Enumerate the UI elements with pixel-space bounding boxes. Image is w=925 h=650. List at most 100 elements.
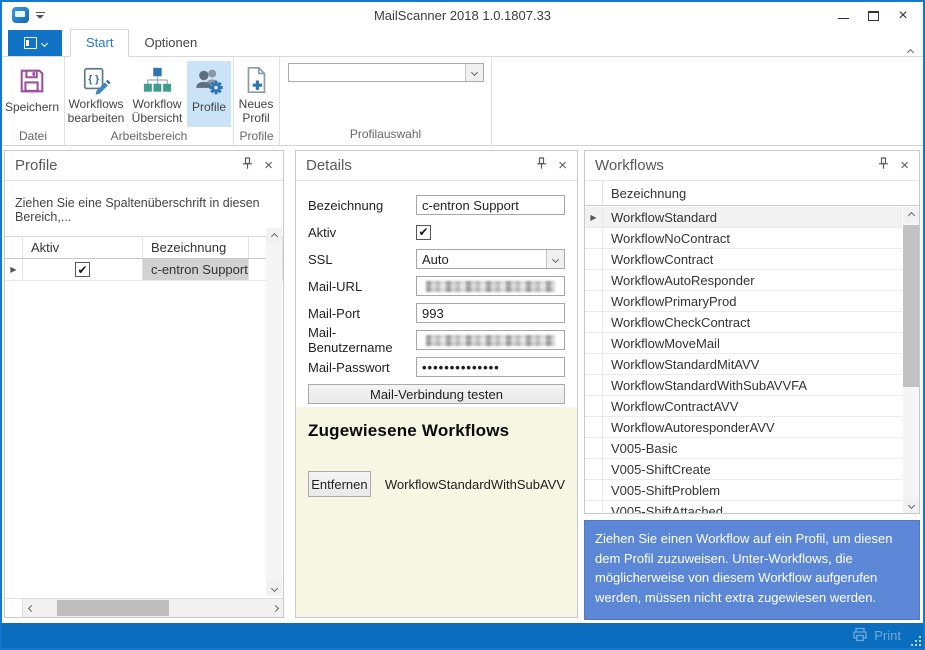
workflows-panel: Workflows × Bezeichnung ▶ WorkflowStanda…: [584, 150, 920, 514]
column-header-aktiv[interactable]: Aktiv: [23, 237, 143, 258]
workflow-row[interactable]: V005-ShiftProblem: [585, 480, 902, 501]
workflow-row[interactable]: WorkflowPrimaryProd: [585, 291, 902, 312]
row-indicator: [585, 249, 603, 269]
profile-panel-title: Profile: [15, 157, 58, 174]
profile-panel-header: Profile ×: [5, 151, 283, 181]
profilauswahl-dropdown[interactable]: [288, 63, 484, 82]
workflow-row[interactable]: WorkflowAutoresponderAVV: [585, 417, 902, 438]
redacted-value: [426, 281, 555, 292]
workflow-row[interactable]: WorkflowCheckContract: [585, 312, 902, 333]
pin-icon[interactable]: [536, 157, 547, 175]
dropdown-button[interactable]: [546, 250, 564, 268]
neues-profil-button[interactable]: Neues Profil: [234, 61, 278, 127]
profile-row[interactable]: ▶ ✔ c-entron Support: [5, 259, 283, 281]
bezeichnung-input[interactable]: c-entron Support: [416, 195, 565, 215]
scrollbar-thumb[interactable]: [903, 225, 919, 387]
workflow-uebersicht-button[interactable]: Workflow Übersicht: [127, 61, 187, 127]
aktiv-cell[interactable]: ✔: [23, 259, 143, 280]
tab-optionen[interactable]: Optionen: [129, 30, 212, 56]
chevron-down-icon: [40, 39, 47, 46]
mail-verbindung-testen-button[interactable]: Mail-Verbindung testen: [308, 384, 565, 404]
workflow-row[interactable]: V005-Basic: [585, 438, 902, 459]
ssl-dropdown[interactable]: Auto: [416, 249, 565, 269]
mail-passwort-input[interactable]: ••••••••••••••: [416, 357, 565, 377]
ribbon-group-datei: Speichern Datei: [2, 57, 65, 145]
ribbon-group-profile: Neues Profil Profile: [234, 57, 280, 145]
aktiv-label: Aktiv: [308, 225, 416, 240]
column-header-bezeichnung[interactable]: Bezeichnung: [603, 181, 919, 205]
profile-table-header: Aktiv Bezeichnung: [5, 236, 283, 259]
bezeichnung-cell[interactable]: c-entron Support: [143, 259, 249, 280]
maximize-icon: [868, 11, 879, 21]
chevron-up-icon: [907, 211, 914, 218]
minimize-button[interactable]: [829, 5, 857, 26]
workflow-name: WorkflowPrimaryProd: [603, 291, 902, 311]
workflow-row[interactable]: ▶ WorkflowStandard: [585, 207, 902, 228]
workflows-bearbeiten-button[interactable]: { } Workflows bearbeiten: [65, 61, 127, 127]
profile-button[interactable]: Profile: [187, 61, 231, 127]
checkbox-checked[interactable]: ✔: [75, 262, 90, 277]
workflow-row[interactable]: WorkflowContractAVV: [585, 396, 902, 417]
workflow-name: WorkflowContract: [603, 249, 902, 269]
workflows-bearbeiten-label: Workflows bearbeiten: [68, 97, 125, 125]
scroll-down-button[interactable]: [903, 497, 919, 513]
app-menu-button[interactable]: [8, 30, 62, 56]
chevron-right-icon: [271, 604, 278, 611]
mail-benutzername-input[interactable]: [416, 330, 565, 350]
workflow-uebersicht-label: Workflow Übersicht: [130, 97, 184, 125]
column-header-bezeichnung[interactable]: Bezeichnung: [143, 237, 249, 258]
workflows-list: ▶ WorkflowStandard WorkflowNoContract Wo…: [585, 207, 902, 513]
workflows-table-header: Bezeichnung: [585, 181, 919, 206]
ribbon-group-arbeitsbereich: { } Workflows bearbeiten: [65, 57, 234, 145]
scrollbar-track[interactable]: [39, 599, 267, 617]
scroll-down-button[interactable]: [266, 580, 282, 596]
profile-panel: Profile × Ziehen Sie eine Spaltenübersch…: [4, 150, 284, 618]
maximize-button[interactable]: [859, 5, 887, 26]
scroll-right-button[interactable]: [267, 599, 283, 617]
speichern-button[interactable]: Speichern: [2, 61, 62, 127]
entfernen-button[interactable]: Entfernen: [308, 471, 371, 497]
workflow-row[interactable]: WorkflowStandardMitAVV: [585, 354, 902, 375]
workflow-row[interactable]: V005-ShiftCreate: [585, 459, 902, 480]
assigned-workflows-section: Zugewiesene Workflows Entfernen Workflow…: [296, 407, 577, 617]
pin-icon[interactable]: [878, 157, 889, 175]
profile-horizontal-scrollbar[interactable]: [5, 598, 283, 617]
scroll-up-button[interactable]: [903, 207, 919, 223]
close-button[interactable]: ×: [889, 5, 917, 26]
close-panel-icon[interactable]: ×: [558, 158, 567, 173]
workflow-row[interactable]: V005-ShiftAttached: [585, 501, 902, 513]
workflow-row[interactable]: WorkflowStandardWithSubAVVFA: [585, 375, 902, 396]
profile-vertical-scrollbar[interactable]: [266, 228, 282, 596]
aktiv-checkbox[interactable]: ✔: [416, 225, 431, 240]
mail-url-input[interactable]: [416, 276, 565, 296]
pin-icon[interactable]: [242, 157, 253, 175]
dropdown-button[interactable]: [465, 64, 483, 81]
row-indicator: [585, 291, 603, 311]
close-panel-icon[interactable]: ×: [264, 158, 273, 173]
indicator-column-header: [5, 237, 23, 258]
print-button[interactable]: Print: [852, 627, 901, 645]
scroll-up-button[interactable]: [266, 228, 282, 244]
resize-grip[interactable]: [912, 637, 921, 646]
chevron-down-icon: [907, 501, 914, 508]
workflows-vertical-scrollbar[interactable]: [903, 207, 919, 513]
row-indicator: [585, 438, 603, 458]
tab-start[interactable]: Start: [70, 29, 129, 57]
scroll-left-button[interactable]: [23, 599, 39, 617]
mail-benutzername-label: Mail-Benutzername: [308, 325, 416, 355]
workflow-row[interactable]: WorkflowContract: [585, 249, 902, 270]
workflow-hint-box: Ziehen Sie einen Workflow auf ein Profil…: [584, 520, 920, 620]
scrollbar-corner: [5, 599, 23, 617]
chevron-up-icon: [270, 232, 277, 239]
close-panel-icon[interactable]: ×: [900, 158, 909, 173]
groupby-hint: Ziehen Sie eine Spaltenüberschrift in di…: [5, 181, 283, 236]
mail-port-input[interactable]: 993: [416, 303, 565, 323]
scrollbar-thumb[interactable]: [57, 600, 169, 616]
workflow-row[interactable]: WorkflowNoContract: [585, 228, 902, 249]
workflows-panel-title: Workflows: [595, 157, 664, 174]
workflow-name: V005-Basic: [603, 438, 902, 458]
group-label-profile: Profile: [234, 127, 279, 147]
workflow-name: WorkflowStandardMitAVV: [603, 354, 902, 374]
workflow-row[interactable]: WorkflowAutoResponder: [585, 270, 902, 291]
workflow-row[interactable]: WorkflowMoveMail: [585, 333, 902, 354]
